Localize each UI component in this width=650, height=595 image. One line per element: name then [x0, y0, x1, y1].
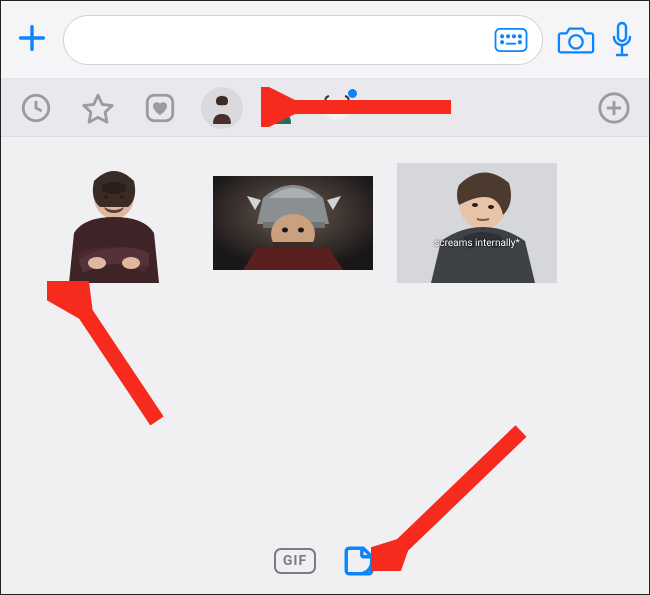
heart-pack-tab[interactable]: [139, 87, 181, 129]
sticker-1[interactable]: [39, 163, 189, 283]
sticker-2[interactable]: [213, 176, 373, 270]
keyboard-icon[interactable]: [494, 27, 528, 53]
sticker-3[interactable]: screams internally*: [397, 163, 557, 283]
add-attachment-button[interactable]: [15, 21, 49, 59]
camera-button[interactable]: [557, 23, 595, 57]
sticker-pack-3-thumb-icon: [319, 90, 355, 126]
sticker-grid: screams internally*: [1, 137, 649, 309]
sticker-pack-2-thumb-icon: [263, 90, 299, 126]
favorites-tab[interactable]: [77, 87, 119, 129]
sticker-pack-3-tab[interactable]: [319, 87, 355, 129]
add-sticker-pack-button[interactable]: [593, 87, 635, 129]
message-input[interactable]: [63, 15, 543, 65]
gif-sticker-toggle-bar: GIF: [1, 528, 649, 594]
sticker-pack-2-tab[interactable]: [263, 87, 299, 129]
stickers-tab[interactable]: [342, 544, 376, 578]
recents-tab[interactable]: [15, 87, 57, 129]
gif-tab[interactable]: GIF: [274, 548, 316, 574]
sticker-pack-1-thumb-icon: [204, 90, 240, 126]
sticker-pack-1-tab[interactable]: [201, 87, 243, 129]
compose-bar: [1, 1, 649, 79]
microphone-button[interactable]: [609, 21, 635, 59]
sticker-packs-tab-bar: [1, 79, 649, 137]
